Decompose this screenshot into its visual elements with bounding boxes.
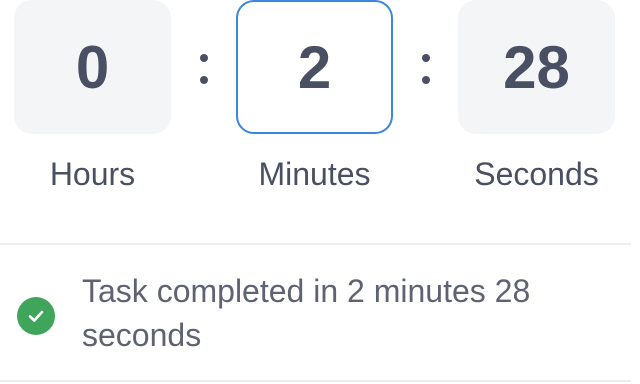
completion-message: Task completed in 2 minutes 28 seconds — [82, 273, 531, 353]
seconds-label: Seconds — [474, 156, 599, 192]
seconds-field[interactable]: 28 — [458, 0, 615, 134]
time-separator — [416, 44, 436, 94]
completion-status: Task completed in 2 minutes 28 seconds — [0, 245, 640, 380]
time-separator — [194, 44, 214, 94]
hours-value: 0 — [75, 33, 110, 101]
check-circle-icon — [17, 297, 55, 335]
minutes-value: 2 — [297, 33, 332, 101]
divider — [0, 380, 631, 382]
minutes-field[interactable]: 2 — [236, 0, 393, 134]
timer-result-panel: 0 2 28 Hours Minutes Seconds Task comple… — [0, 0, 640, 384]
hours-field[interactable]: 0 — [14, 0, 171, 134]
hours-label: Hours — [49, 156, 136, 192]
minutes-label: Minutes — [258, 156, 371, 192]
seconds-value: 28 — [503, 33, 570, 101]
